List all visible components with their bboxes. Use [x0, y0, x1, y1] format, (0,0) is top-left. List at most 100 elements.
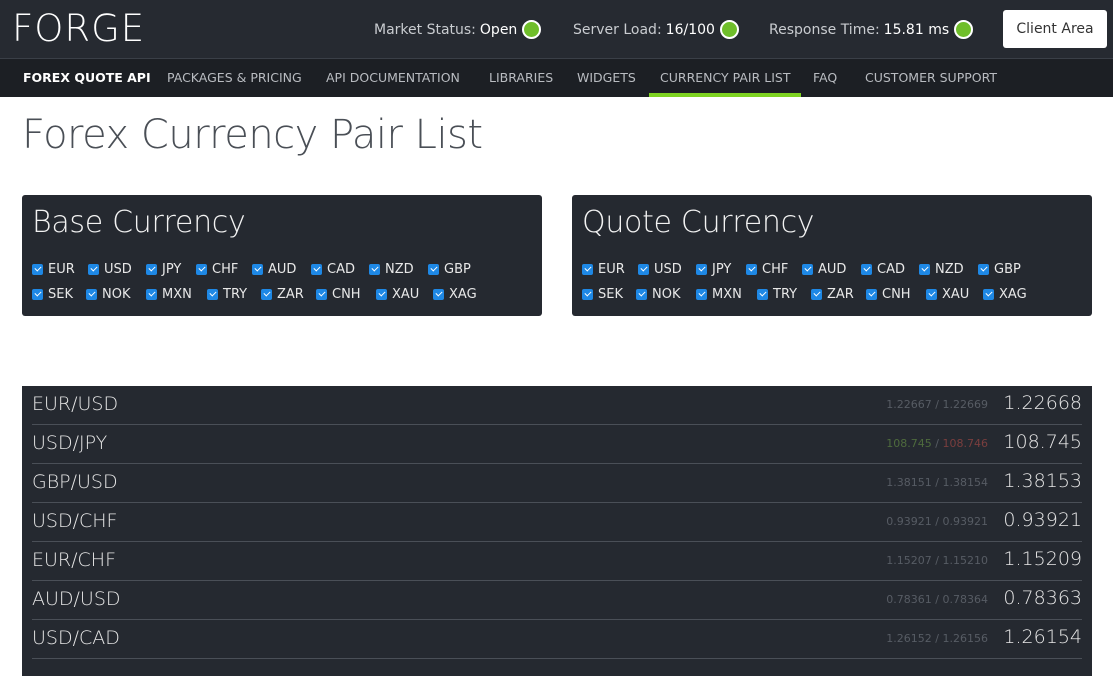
forge-logo[interactable]: FORGE [12, 9, 145, 49]
checkbox-label: XAG [449, 286, 477, 302]
checkbox-label: XAU [942, 286, 970, 302]
status-indicator-icon [954, 20, 974, 39]
server-load-value: 16/100 [665, 21, 715, 38]
checkbox-checked-icon[interactable] [926, 288, 937, 300]
rate-row[interactable]: EUR/CHF 1.15207 / 1.15210 1.15209 [32, 542, 1082, 581]
quote-currency-title: Quote Currency [582, 205, 815, 240]
checkbox-label: EUR [598, 261, 625, 277]
checkbox-checked-icon[interactable] [88, 263, 99, 275]
bid-ask: 1.38151 / 1.38154 [886, 476, 988, 489]
ask-value: 108.746 [942, 437, 989, 450]
client-area-button[interactable]: Client Area [1003, 10, 1107, 48]
nav-item-customer-support[interactable]: CUSTOMER SUPPORT [865, 59, 997, 97]
checkbox-checked-icon[interactable] [32, 263, 43, 275]
checkbox-checked-icon[interactable] [978, 263, 989, 275]
market-status-value: Open [479, 21, 518, 38]
quote-checkbox-cnh[interactable]: CNH [866, 284, 911, 304]
checkbox-checked-icon[interactable] [636, 288, 647, 300]
base-checkbox-jpy[interactable]: JPY [146, 259, 181, 279]
checkbox-checked-icon[interactable] [207, 288, 218, 300]
base-checkbox-xag[interactable]: XAG [433, 284, 477, 304]
quote-checkbox-usd[interactable]: USD [638, 259, 682, 279]
quote-checkbox-xag[interactable]: XAG [983, 284, 1027, 304]
quote-checkbox-mxn[interactable]: MXN [696, 284, 742, 304]
nav-item-libraries[interactable]: LIBRARIES [489, 59, 553, 97]
base-checkbox-eur[interactable]: EUR [32, 259, 75, 279]
quote-checkbox-xau[interactable]: XAU [926, 284, 969, 304]
nav-item-currency-pair-list[interactable]: CURRENCY PAIR LIST [648, 59, 802, 97]
quote-checkbox-nok[interactable]: NOK [636, 284, 680, 304]
base-checkbox-aud[interactable]: AUD [252, 259, 296, 279]
checkbox-checked-icon[interactable] [433, 288, 444, 300]
checkbox-checked-icon[interactable] [811, 288, 822, 300]
checkbox-checked-icon[interactable] [32, 288, 43, 300]
checkbox-checked-icon[interactable] [746, 263, 757, 275]
checkbox-checked-icon[interactable] [316, 288, 327, 300]
mid-price: 1.15209 [1003, 548, 1082, 570]
checkbox-checked-icon[interactable] [311, 263, 322, 275]
quote-checkbox-eur[interactable]: EUR [582, 259, 625, 279]
checkbox-checked-icon[interactable] [757, 288, 768, 300]
checkbox-checked-icon[interactable] [196, 263, 207, 275]
rate-row[interactable]: USD/JPY 108.745 / 108.746 108.745 [32, 425, 1082, 464]
rate-row[interactable]: AUD/USD 0.78361 / 0.78364 0.78363 [32, 581, 1082, 620]
rate-row[interactable]: USD/CHF 0.93921 / 0.93921 0.93921 [32, 503, 1082, 542]
base-checkbox-nok[interactable]: NOK [86, 284, 130, 304]
checkbox-checked-icon[interactable] [861, 263, 872, 275]
checkbox-checked-icon[interactable] [86, 288, 97, 300]
checkbox-label: CHF [762, 261, 789, 277]
checkbox-checked-icon[interactable] [919, 263, 930, 275]
checkbox-checked-icon[interactable] [261, 288, 272, 300]
checkbox-checked-icon[interactable] [802, 263, 813, 275]
checkbox-checked-icon[interactable] [696, 288, 707, 300]
ask-value: 1.38154 [942, 476, 989, 489]
quote-checkbox-aud[interactable]: AUD [802, 259, 846, 279]
base-checkbox-cnh[interactable]: CNH [316, 284, 361, 304]
quote-checkbox-sek[interactable]: SEK [582, 284, 623, 304]
nav-item-api-documentation[interactable]: API DOCUMENTATION [326, 59, 460, 97]
base-checkbox-sek[interactable]: SEK [32, 284, 73, 304]
checkbox-checked-icon[interactable] [983, 288, 994, 300]
base-checkbox-usd[interactable]: USD [88, 259, 132, 279]
rate-row[interactable]: USD/CAD 1.26152 / 1.26156 1.26154 [32, 620, 1082, 659]
pair-name: USD/CAD [32, 627, 120, 649]
base-checkbox-zar[interactable]: ZAR [261, 284, 304, 304]
server-load-label: Server Load: [573, 21, 662, 38]
base-checkbox-mxn[interactable]: MXN [146, 284, 192, 304]
checkbox-checked-icon[interactable] [428, 263, 439, 275]
quote-checkbox-nzd[interactable]: NZD [919, 259, 964, 279]
rate-row[interactable]: GBP/USD 1.38151 / 1.38154 1.38153 [32, 464, 1082, 503]
rate-row[interactable]: EUR/USD 1.22667 / 1.22669 1.22668 [32, 386, 1082, 425]
bid-ask: 0.93921 / 0.93921 [886, 515, 988, 528]
checkbox-checked-icon[interactable] [638, 263, 649, 275]
quote-checkbox-cad[interactable]: CAD [861, 259, 905, 279]
quote-checkbox-zar[interactable]: ZAR [811, 284, 854, 304]
checkbox-checked-icon[interactable] [866, 288, 877, 300]
checkbox-checked-icon[interactable] [146, 288, 157, 300]
checkbox-label: XAG [999, 286, 1027, 302]
bid-value: 0.78361 [886, 593, 932, 606]
base-checkbox-cad[interactable]: CAD [311, 259, 355, 279]
checkbox-label: CNH [882, 286, 911, 302]
base-checkbox-gbp[interactable]: GBP [428, 259, 471, 279]
base-checkbox-nzd[interactable]: NZD [369, 259, 414, 279]
quote-checkbox-try[interactable]: TRY [757, 284, 797, 304]
quote-checkbox-gbp[interactable]: GBP [978, 259, 1021, 279]
checkbox-checked-icon[interactable] [582, 288, 593, 300]
base-checkbox-xau[interactable]: XAU [376, 284, 419, 304]
nav-item-widgets[interactable]: WIDGETS [577, 59, 636, 97]
quote-checkbox-jpy[interactable]: JPY [696, 259, 731, 279]
nav-item-forex-quote-api[interactable]: FOREX QUOTE API [23, 59, 151, 97]
market-status: Market Status: Open [374, 20, 542, 39]
nav-item-faq[interactable]: FAQ [813, 59, 837, 97]
checkbox-checked-icon[interactable] [696, 263, 707, 275]
quote-checkbox-chf[interactable]: CHF [746, 259, 788, 279]
checkbox-checked-icon[interactable] [369, 263, 380, 275]
checkbox-checked-icon[interactable] [582, 263, 593, 275]
nav-item-packages-pricing[interactable]: PACKAGES & PRICING [167, 59, 302, 97]
checkbox-checked-icon[interactable] [146, 263, 157, 275]
checkbox-checked-icon[interactable] [376, 288, 387, 300]
base-checkbox-chf[interactable]: CHF [196, 259, 238, 279]
base-checkbox-try[interactable]: TRY [207, 284, 247, 304]
checkbox-checked-icon[interactable] [252, 263, 263, 275]
